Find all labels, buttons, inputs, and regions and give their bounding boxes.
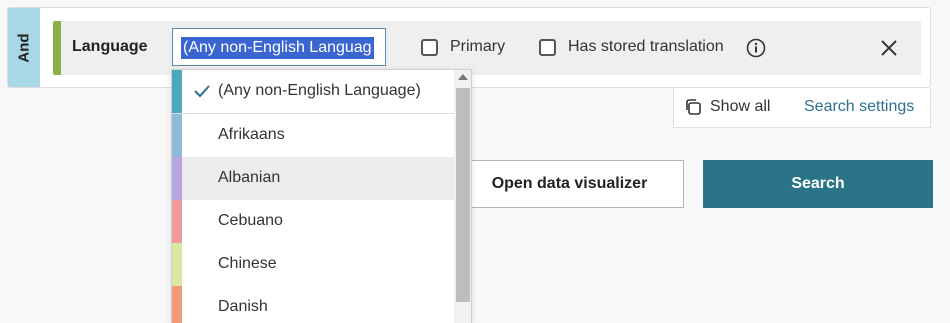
- dropdown-option-label: Albanian: [218, 169, 281, 186]
- check-icon: [194, 85, 210, 98]
- language-color-swatch: [172, 114, 182, 157]
- scrollbar-thumb[interactable]: [456, 88, 470, 302]
- close-icon[interactable]: [879, 38, 899, 58]
- dropdown-option[interactable]: Danish: [172, 286, 454, 323]
- filter-accent-bar: [53, 21, 61, 75]
- dropdown-option-label: Danish: [218, 298, 268, 315]
- page: And Language (Any non-English Languag Pr…: [0, 0, 950, 323]
- language-color-swatch: [172, 243, 182, 286]
- and-group-label: And: [15, 32, 33, 63]
- stored-translation-checkbox-label[interactable]: Has stored translation: [568, 38, 724, 56]
- language-filter-row: Language (Any non-English Languag Primar…: [53, 21, 921, 75]
- language-input-selected-text: (Any non-English Languag: [181, 37, 374, 59]
- dropdown-option-label: Cebuano: [218, 212, 283, 229]
- dropdown-scrollbar[interactable]: [454, 70, 471, 323]
- dropdown-option-label: (Any non-English Language): [218, 82, 421, 99]
- primary-checkbox[interactable]: [421, 39, 438, 56]
- dropdown-option[interactable]: (Any non-English Language): [172, 70, 454, 114]
- settings-box: Show all Search settings: [673, 88, 931, 128]
- dropdown-option-label: Chinese: [218, 255, 277, 272]
- dropdown-option[interactable]: Cebuano: [172, 200, 454, 243]
- show-all-link[interactable]: Show all: [710, 98, 770, 116]
- dropdown-option-label: Afrikaans: [218, 126, 285, 143]
- info-icon[interactable]: [746, 38, 766, 58]
- primary-checkbox-label[interactable]: Primary: [450, 38, 505, 56]
- language-dropdown[interactable]: (Any non-English Language) Afrikaans Alb…: [171, 69, 472, 323]
- open-data-visualizer-button[interactable]: Open data visualizer: [455, 160, 684, 208]
- dropdown-option[interactable]: Chinese: [172, 243, 454, 286]
- language-input[interactable]: (Any non-English Languag: [172, 28, 386, 66]
- copy-icon[interactable]: [684, 98, 702, 116]
- search-button[interactable]: Search: [703, 160, 933, 208]
- stored-translation-checkbox[interactable]: [539, 39, 556, 56]
- language-color-swatch: [172, 286, 182, 323]
- language-color-swatch: [172, 157, 182, 200]
- dropdown-option[interactable]: Albanian: [172, 157, 454, 200]
- search-settings-link[interactable]: Search settings: [804, 98, 914, 116]
- language-color-swatch: [172, 200, 182, 243]
- dropdown-option[interactable]: Afrikaans: [172, 114, 454, 157]
- filter-field-label: Language: [72, 38, 148, 55]
- language-color-swatch: [172, 70, 182, 113]
- scroll-up-arrow-icon[interactable]: [458, 74, 468, 80]
- and-group-tab[interactable]: And: [8, 8, 40, 87]
